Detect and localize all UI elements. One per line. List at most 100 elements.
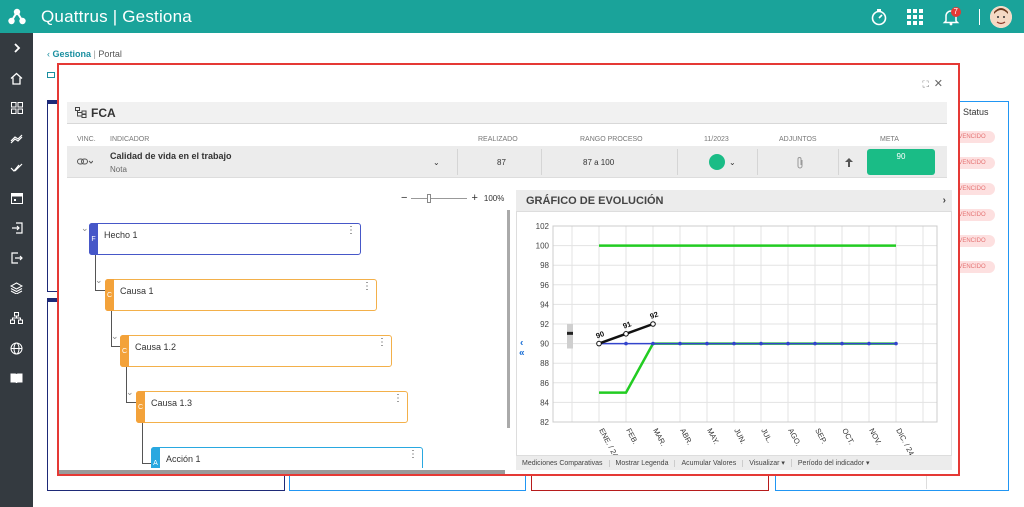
stopwatch-icon[interactable] <box>861 0 897 33</box>
chevron-right-icon[interactable]: › <box>943 195 946 206</box>
modal-window-controls: ⛶✕ <box>922 77 948 90</box>
col-meta: META <box>880 136 899 143</box>
zoom-slider-thumb[interactable] <box>427 193 432 203</box>
sidebar-item-home[interactable] <box>0 63 33 93</box>
range-marker-current <box>567 331 573 335</box>
col-indicador: INDICADOR <box>110 136 150 143</box>
zoom-in-button[interactable]: + <box>471 192 477 204</box>
sidebar-item-indicators[interactable] <box>0 123 33 153</box>
node-label: Causa 1.2 <box>135 342 177 352</box>
tree-connector <box>126 402 136 403</box>
expand-icon[interactable]: ⛶ <box>922 79 933 89</box>
col-realizado: REALIZADO <box>478 136 518 143</box>
fca-modal: ⛶✕ FCA VINC. INDICADOR REALIZADO RANGO P… <box>57 63 960 476</box>
tree-node[interactable]: C Causa 1 ⋮ <box>105 279 377 311</box>
app-logo[interactable] <box>0 0 33 33</box>
chevron-down-icon[interactable]: ⌄ <box>81 223 89 234</box>
chart-toolbar: Mediciones Comparativas Mostrar Legenda … <box>516 456 952 470</box>
breadcrumb-current: Portal <box>98 49 122 59</box>
y-tick-label: 100 <box>536 242 550 251</box>
tree-node[interactable]: C Causa 1.3 ⋮ <box>136 391 408 423</box>
y-tick-label: 102 <box>536 222 550 231</box>
series-point <box>867 341 871 346</box>
x-tick-label: SEP. <box>813 427 829 445</box>
sidebar-item-globe[interactable] <box>0 333 33 363</box>
user-avatar[interactable] <box>990 5 1012 28</box>
fca-tree: ⌄ F Hecho 1 ⋮ ⌄ C Causa 1 ⋮ ⌄ C Causa 1.… <box>67 207 507 468</box>
sidebar-item-calendar[interactable] <box>0 183 33 213</box>
chevron-right-icon <box>13 43 20 53</box>
x-tick-label: OCT. <box>840 427 856 446</box>
chart-header: GRÁFICO DE EVOLUCIÓN › <box>516 190 952 211</box>
zoom-slider[interactable] <box>411 193 468 203</box>
chevron-down-icon[interactable]: ⌄ <box>95 275 103 286</box>
more-vert-icon[interactable]: ⋮ <box>362 282 372 292</box>
indicator-table-header: VINC. INDICADOR REALIZADO RANGO PROCESO … <box>67 136 947 146</box>
sidebar-item-logout[interactable] <box>0 243 33 273</box>
more-vert-icon[interactable]: ⋮ <box>377 338 387 348</box>
chevron-down-icon[interactable]: ⌄ <box>126 387 134 398</box>
sidebar-item-structure[interactable] <box>0 303 33 333</box>
evolution-chart-svg: 82 84 86 88 90 92 94 96 98 100 102 ENE. / 24 FEB. MAR… <box>519 222 938 459</box>
data-label: 91 <box>622 319 633 330</box>
sidebar <box>0 33 33 507</box>
chart-option-visualizar[interactable]: Visualizar ▾ <box>743 459 792 467</box>
node-label: Hecho 1 <box>104 230 138 240</box>
sidebar-item-checks[interactable] <box>0 153 33 183</box>
tree-connector <box>111 346 120 347</box>
x-tick-label: JUN. <box>732 427 748 446</box>
sidebar-item-dashboard[interactable] <box>0 93 33 123</box>
layers-icon <box>10 282 23 294</box>
data-label: 90 <box>595 329 606 340</box>
chart-option-acumular[interactable]: Acumular Valores <box>675 459 744 467</box>
chart-option-comparativas[interactable]: Mediciones Comparativas <box>516 459 610 467</box>
zoom-level: 100% <box>483 193 505 203</box>
zoom-out-button[interactable]: − <box>401 192 407 204</box>
chart-option-legenda[interactable]: Mostrar Legenda <box>610 459 676 467</box>
status-select[interactable]: ⌄ <box>709 146 736 178</box>
breadcrumb-link-gestiona[interactable]: Gestiona <box>53 49 92 59</box>
x-tick-label: AGO. <box>786 427 803 448</box>
chevron-down-icon[interactable]: ⌄ <box>111 331 119 342</box>
node-tag: C <box>105 279 114 311</box>
y-tick-label: 84 <box>540 398 549 407</box>
status-dot <box>709 154 725 170</box>
apps-grid-icon[interactable] <box>897 0 933 33</box>
paperclip-icon[interactable] <box>796 146 804 178</box>
trend-icon <box>10 134 23 144</box>
tree-horizontal-scrollbar[interactable] <box>59 470 505 474</box>
more-vert-icon[interactable]: ⋮ <box>408 450 418 460</box>
fca-header: FCA <box>67 102 947 124</box>
tree-node[interactable]: F Hecho 1 ⋮ <box>89 223 361 255</box>
more-vert-icon[interactable]: ⋮ <box>393 394 403 404</box>
tree-connector <box>142 463 151 464</box>
org-chart-icon <box>10 312 23 324</box>
app-brand: Quattrus | Gestiona <box>41 6 192 26</box>
more-vert-icon[interactable]: ⋮ <box>346 226 356 236</box>
node-tag: A <box>151 447 160 468</box>
y-tick-label: 82 <box>540 418 549 427</box>
arrow-up-icon <box>845 146 853 178</box>
close-icon[interactable]: ✕ <box>934 78 948 90</box>
indicator-select[interactable]: Calidad de vida en el trabajo Nota <box>110 146 440 178</box>
series-point <box>650 321 656 327</box>
notifications-bell-icon[interactable]: 7 <box>933 0 969 33</box>
link-toggle[interactable] <box>77 146 101 178</box>
fca-title: FCA <box>91 105 116 120</box>
sidebar-item-login[interactable] <box>0 213 33 243</box>
chart-option-periodo[interactable]: Período del indicador ▾ <box>792 459 876 467</box>
x-tick-label: ENE. / 24 <box>597 427 620 455</box>
series-point <box>813 341 817 346</box>
sidebar-item-manual[interactable] <box>0 363 33 393</box>
series-point <box>651 341 655 346</box>
tree-node[interactable]: A Acción 1 ⋮ <box>151 447 423 468</box>
sidebar-item-layers[interactable] <box>0 273 33 303</box>
sidebar-expand[interactable] <box>0 33 33 63</box>
chevron-down-icon[interactable]: ⌄ <box>433 146 445 178</box>
breadcrumb: ‹ Gestiona | Portal <box>47 49 122 59</box>
tree-vertical-scrollbar[interactable] <box>507 210 510 428</box>
hierarchy-icon <box>75 107 87 118</box>
tree-node[interactable]: C Causa 1.2 ⋮ <box>120 335 392 367</box>
tree-connector <box>142 423 143 463</box>
divider <box>457 149 458 175</box>
